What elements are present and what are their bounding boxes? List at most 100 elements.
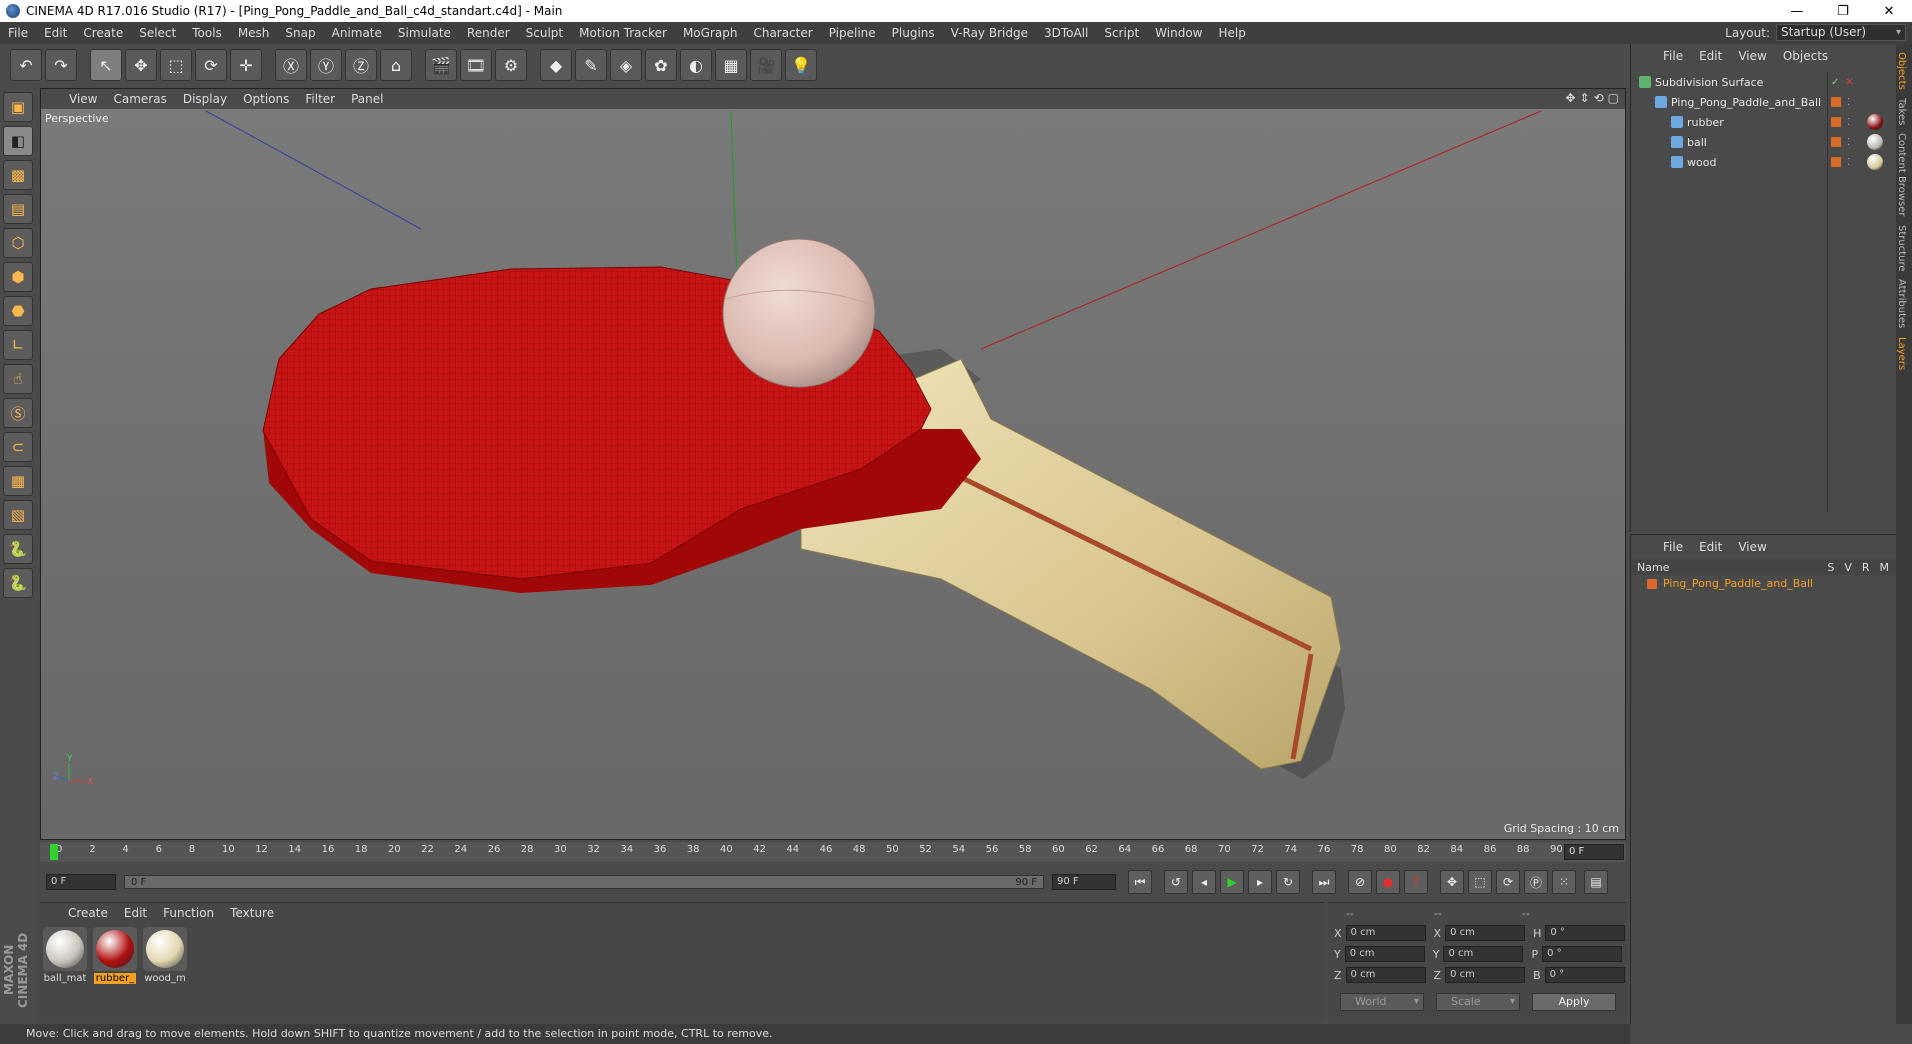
menu-sculpt[interactable]: Sculpt xyxy=(518,26,571,40)
layer-menu-file[interactable]: File xyxy=(1655,540,1691,554)
object-menu-file[interactable]: File xyxy=(1655,49,1691,63)
layer-menu-edit[interactable]: Edit xyxy=(1691,540,1730,554)
pan-icon[interactable]: ✥ xyxy=(1565,91,1575,105)
visibility-dots-icon[interactable]: ⁚ xyxy=(1847,117,1850,128)
material-tag-icon[interactable] xyxy=(1867,154,1883,170)
menu-window[interactable]: Window xyxy=(1147,26,1210,40)
previous-frame-icon[interactable]: ◂ xyxy=(1192,870,1216,894)
side-tab-content-browser[interactable]: Content Browser xyxy=(1896,133,1907,216)
undo-icon[interactable]: ↶ xyxy=(10,49,42,81)
transform-tool-icon[interactable]: ✛ xyxy=(230,49,262,81)
rotation-key-icon[interactable]: ⟳ xyxy=(1496,870,1520,894)
layer-color-icon[interactable] xyxy=(1831,137,1841,147)
menu-create[interactable]: Create xyxy=(75,26,131,40)
object-menu-edit[interactable]: Edit xyxy=(1691,49,1730,63)
enable-check-icon[interactable]: ✓ xyxy=(1831,77,1839,88)
layer-color-icon[interactable] xyxy=(1831,157,1841,167)
coord-field[interactable]: 0 cm xyxy=(1344,946,1425,962)
menu-snap[interactable]: Snap xyxy=(277,26,323,40)
layout-dropdown[interactable]: Startup (User) xyxy=(1776,24,1906,41)
cube-primitive-icon[interactable]: ◆ xyxy=(540,49,572,81)
camera-icon[interactable]: 🎥 xyxy=(750,49,782,81)
range-slider[interactable]: 0 F 90 F xyxy=(124,875,1044,889)
axis-mode-icon[interactable]: ∟ xyxy=(3,330,33,360)
layer-color-icon[interactable] xyxy=(1831,117,1841,127)
menu-plugins[interactable]: Plugins xyxy=(884,26,943,40)
pla-key-icon[interactable]: ⁙ xyxy=(1552,870,1576,894)
viewport-menu-view[interactable]: View xyxy=(61,92,105,106)
menu-v-ray-bridge[interactable]: V-Ray Bridge xyxy=(943,26,1036,40)
material-menu-create[interactable]: Create xyxy=(60,906,116,920)
move-tool-icon[interactable]: ✥ xyxy=(125,49,157,81)
material-tag-icon[interactable] xyxy=(1867,114,1883,130)
menu-3dtoall[interactable]: 3DToAll xyxy=(1036,26,1096,40)
position-key-icon[interactable]: ✥ xyxy=(1440,870,1464,894)
deformer-icon[interactable]: ◐ xyxy=(680,49,712,81)
polygons-mode-icon[interactable]: ⬣ xyxy=(3,296,33,326)
points-mode-icon[interactable]: ⬡ xyxy=(3,228,33,258)
restore-button[interactable]: ❐ xyxy=(1820,0,1866,22)
side-tab-layers[interactable]: Layers xyxy=(1896,337,1907,370)
menu-tools[interactable]: Tools xyxy=(184,26,230,40)
coord-field[interactable]: 0 cm xyxy=(1345,925,1426,941)
menu-animate[interactable]: Animate xyxy=(324,26,390,40)
viewport-menu-display[interactable]: Display xyxy=(175,92,235,106)
menu-file[interactable]: File xyxy=(0,26,36,40)
render-view-icon[interactable]: 🎬 xyxy=(425,49,457,81)
end-frame-field[interactable]: 90 F xyxy=(1052,874,1116,890)
menu-help[interactable]: Help xyxy=(1210,26,1253,40)
menu-mesh[interactable]: Mesh xyxy=(230,26,278,40)
rotate-tool-icon[interactable]: ⟳ xyxy=(195,49,227,81)
start-frame-field[interactable]: 0 F xyxy=(46,874,116,890)
y-axis-lock-icon[interactable]: Ⓨ xyxy=(310,49,342,81)
coordinate-system-icon[interactable]: ⌂ xyxy=(380,49,412,81)
next-keyframe-icon[interactable]: ↻ xyxy=(1276,870,1300,894)
parameter-key-icon[interactable]: Ⓟ xyxy=(1524,870,1548,894)
coord-field[interactable]: 0 ° xyxy=(1542,946,1623,962)
side-tab-structure[interactable]: Structure xyxy=(1896,225,1907,272)
menu-motion-tracker[interactable]: Motion Tracker xyxy=(571,26,675,40)
material-menu-texture[interactable]: Texture xyxy=(222,906,282,920)
texture-mode-icon[interactable]: ▩ xyxy=(3,160,33,190)
coord-field[interactable]: 0 ° xyxy=(1545,925,1626,941)
visibility-dots-icon[interactable]: ⁚ xyxy=(1847,157,1850,168)
floor-icon[interactable]: ▦ xyxy=(715,49,747,81)
workplane-lock-icon[interactable]: ▦ xyxy=(3,466,33,496)
material-menu-edit[interactable]: Edit xyxy=(116,906,155,920)
object-row[interactable]: wood ⁚ xyxy=(1631,152,1897,172)
coord-field[interactable]: 0 cm xyxy=(1443,946,1524,962)
go-to-start-icon[interactable]: ⏮ xyxy=(1128,870,1152,894)
solo-mode-icon[interactable]: Ⓢ xyxy=(3,398,33,428)
cloner-icon[interactable]: ✿ xyxy=(645,49,677,81)
menu-character[interactable]: Character xyxy=(745,26,820,40)
timeline-icon[interactable]: ▤ xyxy=(1584,870,1608,894)
apply-button[interactable]: Apply xyxy=(1532,993,1616,1011)
z-axis-lock-icon[interactable]: Ⓩ xyxy=(345,49,377,81)
x-axis-lock-icon[interactable]: Ⓧ xyxy=(275,49,307,81)
make-editable-icon[interactable]: ▣ xyxy=(3,92,33,122)
light-icon[interactable]: 💡 xyxy=(785,49,817,81)
delete-icon[interactable]: ✕ xyxy=(1845,77,1853,88)
layer-color-icon[interactable] xyxy=(1831,97,1841,107)
previous-keyframe-icon[interactable]: ↺ xyxy=(1164,870,1188,894)
timeline-ruler[interactable]: 0 2 4 6 8 10 12 14 16 18 20 22 24 26 28 30 32 34 36 38 40 42 4… xyxy=(40,842,1626,862)
workplane-snap-icon[interactable]: ▧ xyxy=(3,500,33,530)
go-to-end-icon[interactable]: ⏭ xyxy=(1312,870,1336,894)
render-picture-viewer-icon[interactable]: 🎞 xyxy=(460,49,492,81)
tweak-mode-icon[interactable]: ☝ xyxy=(3,364,33,394)
visibility-dots-icon[interactable]: ⁚ xyxy=(1847,137,1850,148)
object-row[interactable]: Ping_Pong_Paddle_and_Ball ⁚ xyxy=(1631,92,1897,112)
minimize-button[interactable]: — xyxy=(1774,0,1820,22)
coord-field[interactable]: 0 cm xyxy=(1445,967,1526,983)
material-menu-function[interactable]: Function xyxy=(155,906,222,920)
viewport-menu-cameras[interactable]: Cameras xyxy=(105,92,174,106)
side-tab-objects[interactable]: Objects xyxy=(1896,52,1907,90)
orbit-icon[interactable]: ⟲ xyxy=(1594,91,1604,105)
redo-icon[interactable]: ↷ xyxy=(45,49,77,81)
record-keys-icon[interactable]: ⊘ xyxy=(1348,870,1372,894)
keyframe-selection-icon[interactable]: ? xyxy=(1404,870,1428,894)
menu-render[interactable]: Render xyxy=(459,26,518,40)
snapping-icon[interactable]: ⊂ xyxy=(3,432,33,462)
object-row[interactable]: rubber ⁚ xyxy=(1631,112,1897,132)
dolly-icon[interactable]: ⇕ xyxy=(1580,91,1590,105)
